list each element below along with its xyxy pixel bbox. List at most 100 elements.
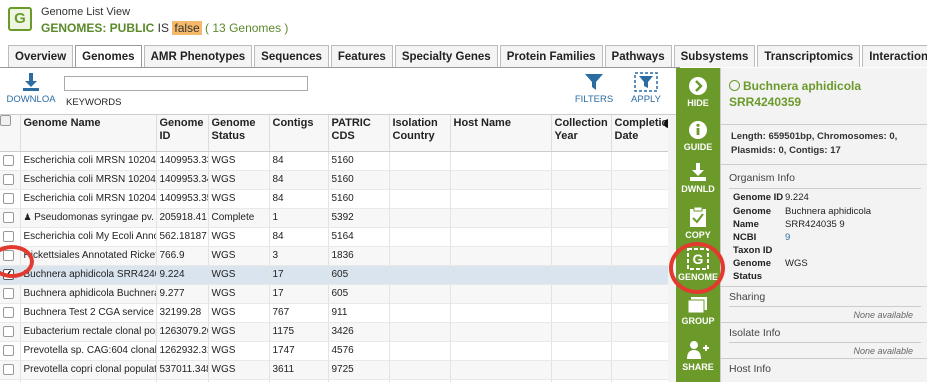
tab-features[interactable]: Features xyxy=(330,45,393,67)
tab-sequences[interactable]: Sequences xyxy=(254,45,329,67)
table-row[interactable]: ♟ Pseudomonas syringae pv. sy 205918.41 Co… xyxy=(0,208,669,228)
row-checkbox[interactable] xyxy=(3,211,14,223)
column-header-collection-year[interactable]: Collection Year xyxy=(551,115,612,152)
copy-button[interactable]: COPY xyxy=(676,206,720,240)
row-checkbox-cell[interactable] xyxy=(0,303,21,323)
row-checkbox-cell[interactable] xyxy=(0,322,21,342)
row-checkbox-cell[interactable] xyxy=(0,170,21,190)
row-checkbox-cell[interactable] xyxy=(0,189,21,209)
tab-protein-families[interactable]: Protein Families xyxy=(499,45,603,67)
collection-year-cell xyxy=(551,360,612,380)
isolation-country-cell xyxy=(389,265,451,285)
column-header-patric-cds[interactable]: PATRIC CDS xyxy=(328,115,390,152)
table-row[interactable]: Prevotella copri clonal population 537011… xyxy=(0,360,669,380)
row-checkbox-cell[interactable] xyxy=(0,208,21,228)
genome-id-cell: 1263079.268 xyxy=(156,322,209,342)
apply-button[interactable]: APPLY xyxy=(626,72,666,105)
share-button[interactable]: SHARE xyxy=(676,340,720,372)
column-header-genome-id[interactable]: Genome ID xyxy=(156,115,209,152)
table-row[interactable]: Buchnera aphidicola SRR4240359.224WGS176… xyxy=(0,265,669,285)
row-checkbox[interactable] xyxy=(3,306,14,318)
column-header-isolation-country[interactable]: Isolation Country xyxy=(389,115,451,152)
genome-id-cell: 9.224 xyxy=(156,265,209,285)
genome-circle-icon xyxy=(729,80,740,91)
tab-subsystems[interactable]: Subsystems xyxy=(673,45,756,67)
collection-year-cell xyxy=(551,151,612,171)
row-checkbox-cell[interactable] xyxy=(0,227,21,247)
tab-interactions[interactable]: Interactions xyxy=(862,45,927,67)
genome-status-cell: WGS xyxy=(208,284,270,304)
isolate-info-heading[interactable]: Isolate Info xyxy=(729,327,780,339)
table-row[interactable]: Rickettsiales Annotated Ricketts 766.9 WGS… xyxy=(0,246,669,266)
row-checkbox-cell[interactable] xyxy=(0,360,21,380)
table-row[interactable]: Escherichia coli MRSN 10204 E 1409953.34 W… xyxy=(0,170,669,190)
row-checkbox[interactable] xyxy=(3,154,14,166)
select-all-checkbox[interactable] xyxy=(0,115,11,126)
download-button[interactable]: DOWNLOA xyxy=(6,72,56,105)
row-checkbox[interactable] xyxy=(3,325,14,337)
tab-transcriptomics[interactable]: Transcriptomics xyxy=(757,45,861,67)
genome-status-cell: WGS xyxy=(208,189,270,209)
isolation-country-cell xyxy=(389,170,451,190)
download-action-button[interactable]: DWNLD xyxy=(676,162,720,194)
genome-name-cell: Rickettsiales Annotated Ricketts xyxy=(20,246,157,266)
column-header-genome-name[interactable]: Genome Name xyxy=(20,115,157,152)
row-checkbox[interactable] xyxy=(3,230,14,242)
row-checkbox[interactable] xyxy=(3,173,14,185)
genome-id-cell: 537011.348 xyxy=(156,360,209,380)
row-checkbox[interactable] xyxy=(3,363,14,375)
tab-specialty-genes[interactable]: Specialty Genes xyxy=(394,45,498,67)
genome-name-text: Pseudomonas syringae pv. sy xyxy=(34,212,156,223)
field-key: Genome Status xyxy=(733,258,772,282)
isolation-country-cell xyxy=(389,227,451,247)
column-header-contigs[interactable]: Contigs xyxy=(269,115,329,152)
table-row[interactable]: Escherichia coli MRSN 10204 Te 1409953.35… xyxy=(0,189,669,209)
table-row[interactable]: Prevotella sp. CAG:604 clonal pc 1262932.… xyxy=(0,341,669,361)
panel-divider xyxy=(721,286,927,287)
row-checkbox[interactable] xyxy=(3,287,14,299)
download-action-label: DWNLD xyxy=(681,184,715,194)
organism-info-heading[interactable]: Organism Info xyxy=(729,172,795,184)
collection-year-cell xyxy=(551,246,612,266)
taxon-id-link[interactable]: 9 xyxy=(785,231,925,244)
tab-overview[interactable]: Overview xyxy=(8,45,74,67)
genome-status-cell: WGS xyxy=(208,246,270,266)
collection-year-cell xyxy=(551,170,612,190)
isolation-country-cell xyxy=(389,208,451,228)
row-checkbox-cell[interactable] xyxy=(0,284,21,304)
row-checkbox-cell[interactable] xyxy=(0,151,21,171)
column-header-genome-status[interactable]: Genome Status xyxy=(208,115,270,152)
group-button[interactable]: GROUP xyxy=(676,296,720,326)
table-row[interactable]: Buchnera aphidicola Buchnera a 9.277 WGS 17… xyxy=(0,284,669,304)
table-row[interactable]: Escherichia coli My Ecoli Annota 562.1818… xyxy=(0,227,669,247)
select-all-cell[interactable] xyxy=(0,115,21,152)
tab-amr-phenotypes[interactable]: AMR Phenotypes xyxy=(143,45,253,67)
genomes-public-label: GENOMES: PUBLIC xyxy=(41,21,155,35)
patric-cds-cell: 3426 xyxy=(328,322,390,342)
contigs-cell: 1 xyxy=(269,208,329,228)
grid-scrollbar[interactable] xyxy=(668,115,676,382)
row-checkbox[interactable] xyxy=(3,192,14,204)
false-badge[interactable]: false xyxy=(172,21,202,35)
genome-id-cell: 32199.28 xyxy=(156,303,209,323)
hide-label: HIDE xyxy=(687,98,709,108)
info-icon xyxy=(689,121,707,139)
hide-button[interactable]: HIDE xyxy=(676,76,720,108)
host-name-cell xyxy=(450,322,552,342)
filters-button[interactable]: FILTERS xyxy=(574,72,614,105)
sharing-heading[interactable]: Sharing xyxy=(729,291,765,303)
table-row[interactable]: Escherichia coli MRSN 10204 E 1409953.33 W… xyxy=(0,151,669,171)
column-header-host-name[interactable]: Host Name xyxy=(450,115,552,152)
host-info-heading[interactable]: Host Info xyxy=(729,363,771,375)
table-row[interactable]: Buchnera Test 2 CGA service 32199.28 WGS 76… xyxy=(0,303,669,323)
table-row[interactable]: Eubacterium rectale clonal popul 1263079.… xyxy=(0,322,669,342)
tab-genomes[interactable]: Genomes xyxy=(75,45,142,68)
column-header-completion-date[interactable]: Completion Date xyxy=(611,115,675,152)
row-checkbox[interactable] xyxy=(3,344,14,356)
genome-status-cell: WGS xyxy=(208,151,270,171)
page-title: Genome List View xyxy=(41,6,131,18)
keywords-input[interactable] xyxy=(64,76,308,91)
tab-pathways[interactable]: Pathways xyxy=(604,45,672,67)
guide-button[interactable]: GUIDE xyxy=(676,120,720,152)
row-checkbox-cell[interactable] xyxy=(0,341,21,361)
